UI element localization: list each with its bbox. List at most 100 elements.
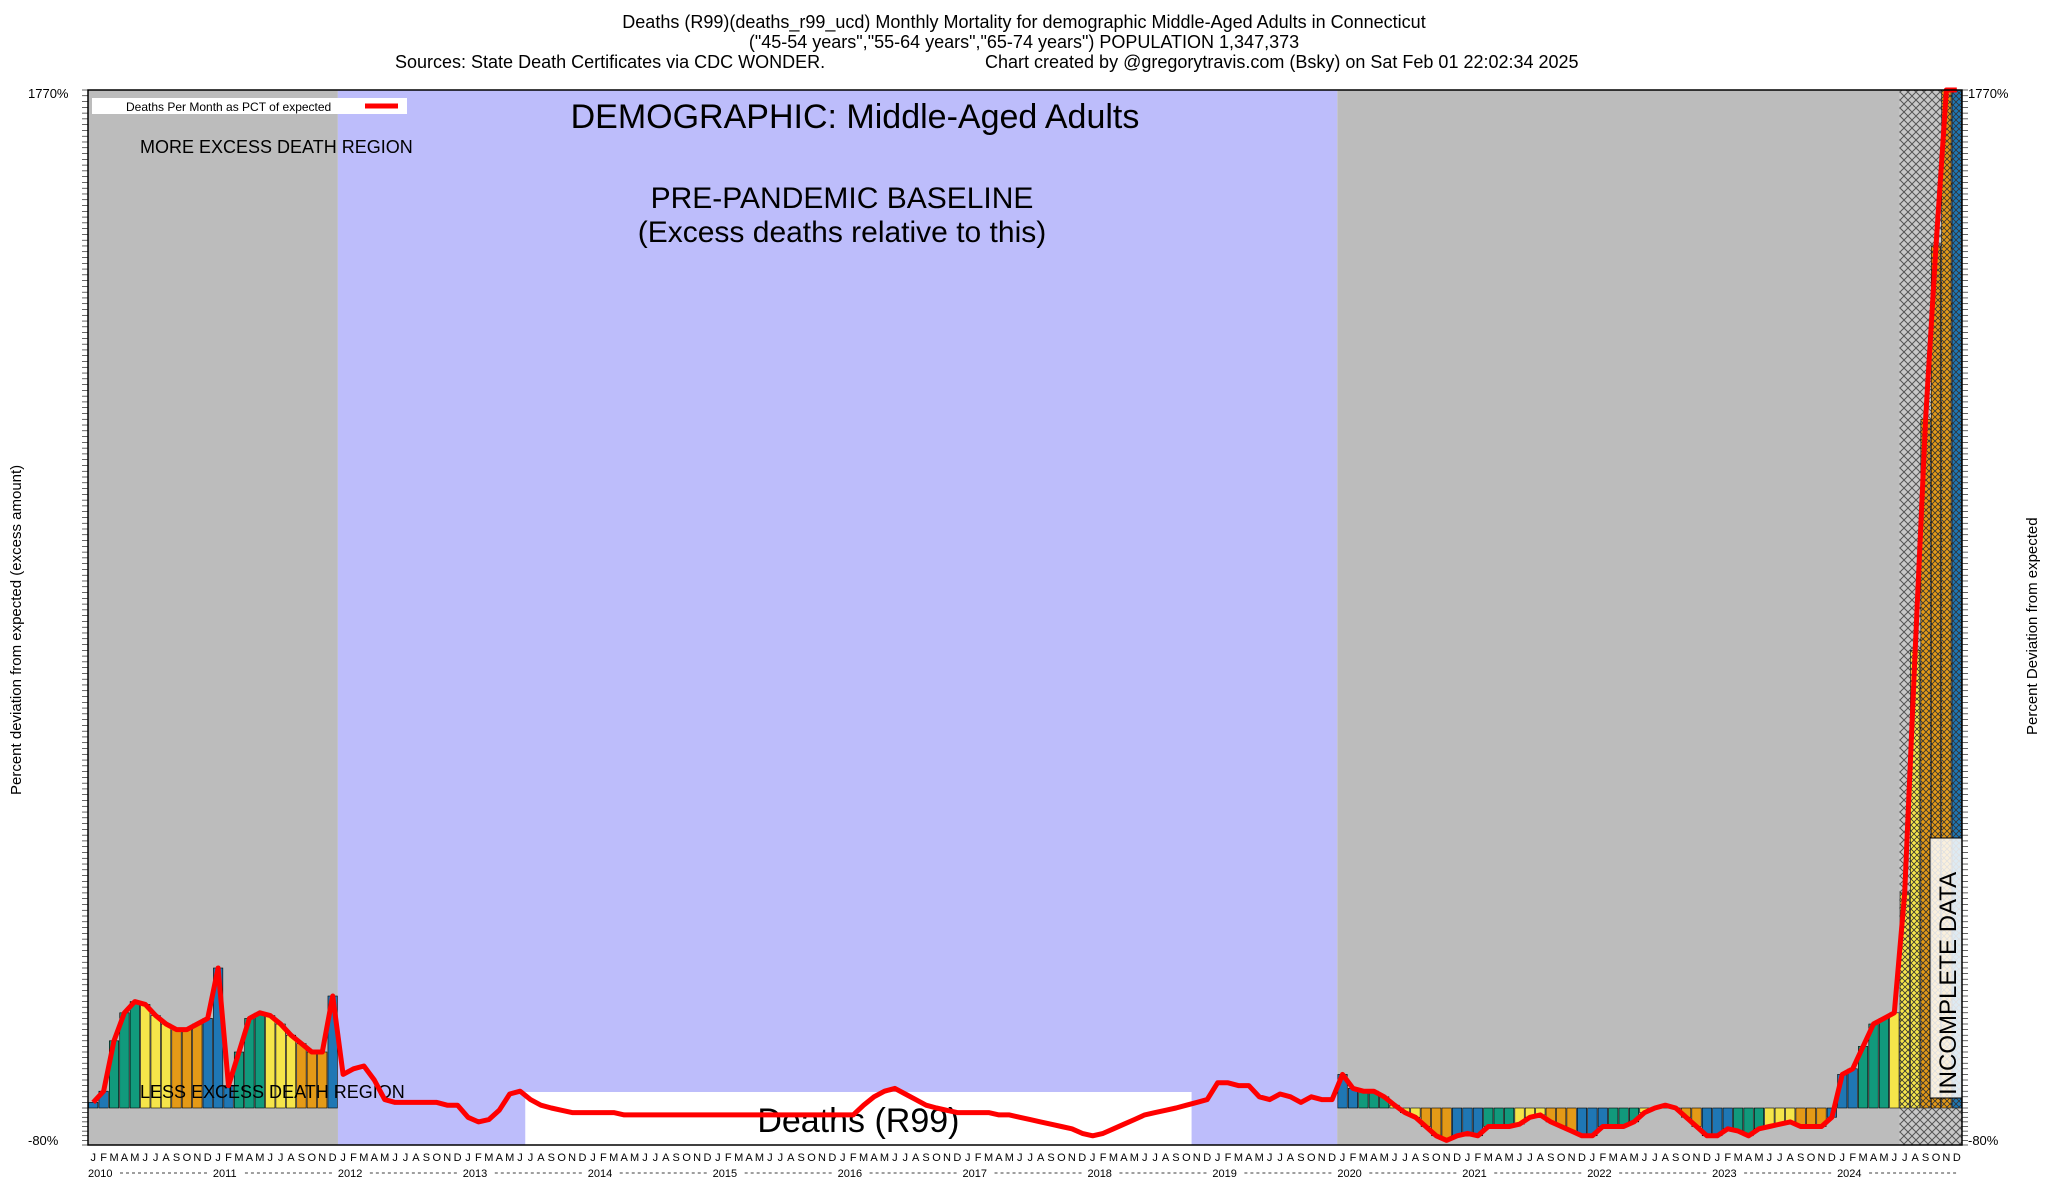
gray-region-post — [1337, 90, 1900, 1145]
x-tick-month: F — [725, 1152, 732, 1164]
x-tick-month: M — [734, 1152, 743, 1164]
x-tick-month: O — [183, 1152, 192, 1164]
chart-canvas: Deaths (R99)DEMOGRAPHIC: Middle-Aged Adu… — [28, 86, 2009, 1180]
x-tick-month: D — [1953, 1152, 1961, 1164]
x-tick-month: A — [287, 1152, 295, 1164]
x-tick-month: J — [1652, 1152, 1658, 1164]
x-tick-month: J — [1465, 1152, 1471, 1164]
x-tick-year: 2015 — [713, 1168, 737, 1180]
bar — [1889, 1012, 1900, 1109]
x-tick-month: D — [1328, 1152, 1336, 1164]
x-tick-month: N — [193, 1152, 201, 1164]
x-tick-month: J — [1840, 1152, 1846, 1164]
x-tick-month: S — [797, 1152, 804, 1164]
x-tick-month: S — [1797, 1152, 1804, 1164]
x-tick-month: D — [1578, 1152, 1586, 1164]
x-tick-month: D — [703, 1152, 711, 1164]
x-tick-month: M — [1754, 1152, 1763, 1164]
y-tick-strip-left — [30, 92, 84, 1144]
x-tick-month: S — [1422, 1152, 1429, 1164]
x-tick-month: A — [1037, 1152, 1045, 1164]
x-tick-month: O — [1307, 1152, 1316, 1164]
x-tick-month: O — [557, 1152, 566, 1164]
x-tick-year: 2024 — [1837, 1168, 1861, 1180]
x-tick-month: A — [1495, 1152, 1503, 1164]
x-tick-month: J — [403, 1152, 409, 1164]
incomplete-label: INCOMPLETE DATA — [1935, 872, 1962, 1095]
x-tick-month: A — [1620, 1152, 1628, 1164]
x-tick-month: M — [755, 1152, 764, 1164]
x-tick-month: F — [1475, 1152, 1482, 1164]
x-tick-month: J — [1215, 1152, 1221, 1164]
x-tick-month: D — [329, 1152, 337, 1164]
x-tick-year: 2011 — [213, 1168, 237, 1180]
baseline-label-1: PRE-PANDEMIC BASELINE — [651, 182, 1034, 215]
bar — [1806, 1107, 1817, 1127]
x-tick-month: A — [1245, 1152, 1253, 1164]
x-tick-month: D — [1703, 1152, 1711, 1164]
x-tick-month: O — [1557, 1152, 1566, 1164]
x-tick-month: A — [162, 1152, 170, 1164]
x-tick-month: A — [995, 1152, 1003, 1164]
x-tick-month: A — [1537, 1152, 1545, 1164]
x-tick-month: O — [1057, 1152, 1066, 1164]
x-tick-month: S — [423, 1152, 430, 1164]
x-tick-month: A — [1787, 1152, 1795, 1164]
x-tick-month: F — [1849, 1152, 1856, 1164]
x-tick-year: 2022 — [1587, 1168, 1611, 1180]
x-tick-month: D — [454, 1152, 462, 1164]
x-tick-month: S — [1047, 1152, 1054, 1164]
x-tick-month: J — [90, 1152, 96, 1164]
x-tick-month: N — [443, 1152, 451, 1164]
x-tick-month: A — [1287, 1152, 1295, 1164]
x-tick-month: S — [1922, 1152, 1929, 1164]
x-tick-month: S — [173, 1152, 180, 1164]
x-tick-month: M — [130, 1152, 139, 1164]
x-tick-month: N — [1443, 1152, 1451, 1164]
x-tick-month: N — [1193, 1152, 1201, 1164]
x-tick-month: M — [859, 1152, 868, 1164]
x-tick-year: 2021 — [1462, 1168, 1486, 1180]
x-tick-month: J — [653, 1152, 659, 1164]
x-tick-month: A — [1162, 1152, 1170, 1164]
x-tick-month: A — [1120, 1152, 1128, 1164]
x-tick-year: 2023 — [1712, 1168, 1736, 1180]
x-tick-month: A — [246, 1152, 254, 1164]
x-tick-month: J — [903, 1152, 909, 1164]
x-tick-month: M — [1879, 1152, 1888, 1164]
x-tick-month: N — [693, 1152, 701, 1164]
bar — [1722, 1107, 1733, 1130]
x-tick-month: D — [828, 1152, 836, 1164]
x-tick-year: 2016 — [838, 1168, 862, 1180]
x-tick-month: J — [267, 1152, 273, 1164]
x-tick-month: M — [1234, 1152, 1243, 1164]
bar — [1597, 1107, 1608, 1127]
x-tick-month: J — [778, 1152, 784, 1164]
x-tick-month: J — [1340, 1152, 1346, 1164]
x-tick-month: O — [807, 1152, 816, 1164]
x-tick-month: F — [1225, 1152, 1232, 1164]
x-tick-month: O — [1182, 1152, 1191, 1164]
bar — [1608, 1107, 1619, 1127]
x-tick-month: J — [965, 1152, 971, 1164]
x-tick-month: M — [484, 1152, 493, 1164]
x-tick-month: A — [621, 1152, 629, 1164]
bar — [1878, 1018, 1889, 1109]
x-tick-month: J — [215, 1152, 221, 1164]
bar — [1483, 1107, 1494, 1127]
x-tick-month: M — [1629, 1152, 1638, 1164]
x-tick-month: D — [579, 1152, 587, 1164]
x-tick-month: J — [1090, 1152, 1096, 1164]
x-tick-month: M — [880, 1152, 889, 1164]
x-tick-month: F — [1599, 1152, 1606, 1164]
x-tick-month: A — [870, 1152, 878, 1164]
y-tick-label-bottom-left: -80% — [28, 1133, 59, 1148]
x-tick-month: J — [715, 1152, 721, 1164]
x-tick-year: 2017 — [963, 1168, 987, 1180]
x-tick-month: J — [1892, 1152, 1898, 1164]
x-tick-month: O — [682, 1152, 691, 1164]
x-tick-month: J — [1017, 1152, 1023, 1164]
x-tick-month: O — [432, 1152, 441, 1164]
x-tick-month: A — [1412, 1152, 1420, 1164]
x-tick-month: A — [537, 1152, 545, 1164]
